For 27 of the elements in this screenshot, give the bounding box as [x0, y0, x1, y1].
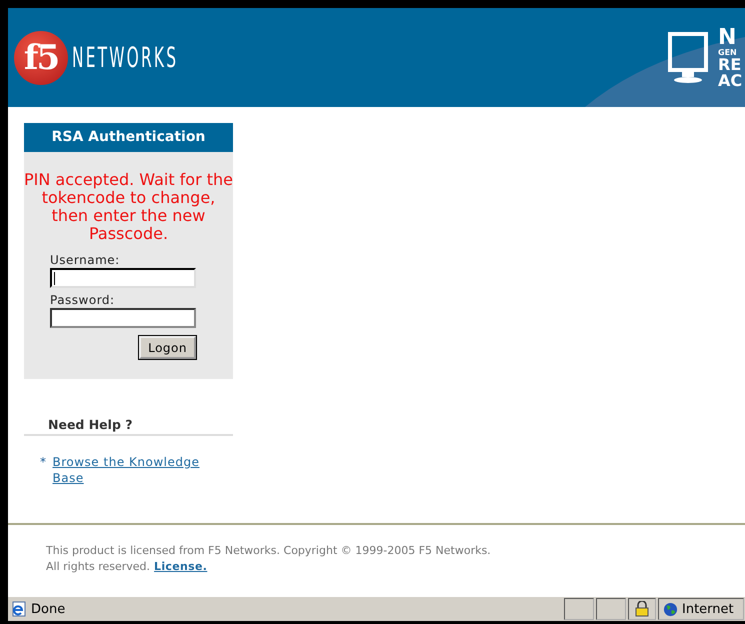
- banner-text: RE: [718, 56, 742, 72]
- license-link[interactable]: License.: [154, 559, 208, 575]
- help-heading: Need Help ?: [24, 417, 233, 436]
- copyright-text: All rights reserved.: [46, 559, 150, 575]
- banner-text: AC: [718, 72, 744, 88]
- logo-text: NETWORKS: [72, 41, 178, 74]
- input-field[interactable]: [50, 268, 196, 288]
- copyright-text: This product is licensed from F5 Networks. Copyright © 1999-2005 F5 Networks.: [46, 543, 491, 559]
- globe-icon: [663, 602, 678, 616]
- zone-text: Internet: [682, 602, 734, 616]
- bullet: *: [40, 454, 46, 470]
- banner-text: GEN: [718, 48, 738, 56]
- page-icon: [11, 601, 27, 617]
- input-field[interactable]: [50, 308, 196, 328]
- banner-text: N: [718, 26, 738, 48]
- field-label: Password:: [50, 293, 115, 308]
- lock-icon: [635, 601, 649, 617]
- field-label: Username:: [50, 253, 120, 268]
- knowledge-base-link[interactable]: Browse the Knowledge Base: [52, 454, 218, 486]
- status-pane: [564, 598, 594, 620]
- monitor-icon: [668, 32, 708, 84]
- status-text: Done: [31, 602, 66, 616]
- status-message: PIN accepted. Wait for the tokencode to change, then enter the new Passcode.: [24, 171, 233, 243]
- panel-title: RSA Authentication: [24, 123, 233, 152]
- logon-button[interactable]: Logon: [139, 336, 196, 359]
- status-pane: [596, 598, 626, 620]
- logo-badge: f5: [14, 30, 68, 84]
